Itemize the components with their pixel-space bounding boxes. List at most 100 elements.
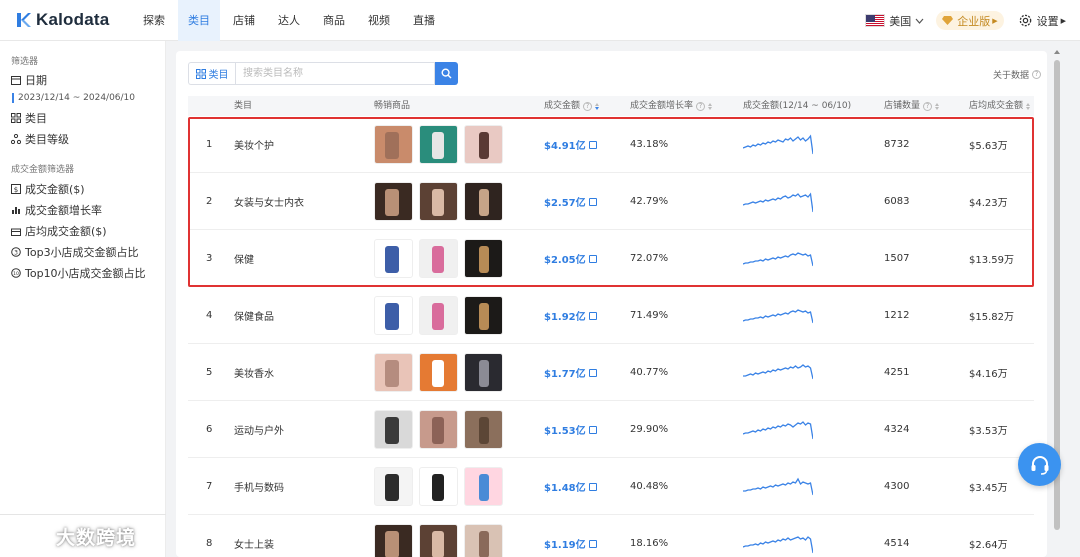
- sort-icon[interactable]: [935, 102, 940, 110]
- enterprise-label: 企业版: [957, 14, 991, 28]
- svg-text:3: 3: [14, 250, 18, 257]
- product-thumbnail[interactable]: [374, 410, 413, 449]
- product-thumbnail[interactable]: [464, 524, 503, 557]
- category-search-input[interactable]: [235, 62, 435, 85]
- growth-cell: 40.77%: [630, 367, 669, 378]
- top3-share-filter[interactable]: 3 Top3小店成交金额占比: [11, 244, 139, 260]
- sparkline-line: [743, 420, 813, 439]
- search-button[interactable]: [435, 62, 458, 85]
- category-filter[interactable]: 类目: [11, 110, 47, 126]
- sort-icon[interactable]: [708, 102, 713, 110]
- caret-right-icon: ▶: [1060, 16, 1066, 25]
- gmv-filter[interactable]: $ 成交金额($): [11, 181, 85, 197]
- avg-gmv-cell: $2.64万: [969, 540, 1008, 551]
- product-thumbnail[interactable]: [464, 467, 503, 506]
- gmv-cell[interactable]: $1.19亿: [544, 515, 597, 557]
- detail-icon[interactable]: [588, 368, 597, 377]
- category-name-cell[interactable]: 保健食品: [234, 287, 274, 344]
- gmv-cell[interactable]: $1.92亿: [544, 287, 597, 344]
- nav-shop[interactable]: 店铺: [223, 0, 265, 41]
- detail-icon[interactable]: [588, 425, 597, 434]
- category-button[interactable]: 类目: [188, 62, 235, 85]
- settings-button[interactable]: 设置 ▶: [1018, 13, 1066, 29]
- detail-icon[interactable]: [588, 311, 597, 320]
- enterprise-badge[interactable]: 企业版 ▶: [936, 11, 1004, 30]
- detail-icon[interactable]: [588, 482, 597, 491]
- sort-icon[interactable]: [1026, 102, 1031, 110]
- about-data-link[interactable]: 关于数据 ?: [993, 68, 1041, 81]
- nav-explore[interactable]: 探索: [133, 0, 175, 41]
- avg-shop-gmv-filter[interactable]: 店均成交金额($): [11, 223, 107, 239]
- header-shops[interactable]: 店铺数量 ?: [884, 96, 940, 116]
- sort-icon[interactable]: [595, 102, 600, 110]
- product-thumbnail[interactable]: [419, 296, 458, 335]
- table-row[interactable]: 4 保健食品 $1.92亿 71.49% 1212 $15.82万: [188, 287, 1034, 344]
- avg-gmv-cell: $4.16万: [969, 369, 1008, 380]
- product-thumbnail[interactable]: [419, 353, 458, 392]
- product-thumbnail[interactable]: [464, 353, 503, 392]
- date-range[interactable]: 2023/12/14 ~ 2024/06/10: [12, 93, 135, 103]
- date-filter-label: 日期: [25, 74, 47, 87]
- country-selector[interactable]: 美国: [865, 13, 924, 29]
- filter-section-title: 筛选器: [11, 57, 39, 67]
- diamond-icon: [942, 16, 954, 25]
- table-row[interactable]: 7 手机与数码 $1.48亿 40.48% 4300 $3.45万: [188, 458, 1034, 515]
- product-thumbnail[interactable]: [374, 524, 413, 557]
- detail-icon[interactable]: [588, 539, 597, 548]
- trend-cell: [743, 401, 813, 458]
- gmv-cell[interactable]: $1.48亿: [544, 458, 597, 515]
- top10-share-filter[interactable]: 10 Top10小店成交金额占比: [11, 265, 146, 281]
- header-gmv[interactable]: 成交金额 ?: [544, 96, 600, 116]
- nav-live[interactable]: 直播: [403, 0, 445, 41]
- product-thumbnail[interactable]: [464, 296, 503, 335]
- nav-video[interactable]: 视频: [358, 0, 400, 41]
- category-name-cell[interactable]: 手机与数码: [234, 458, 284, 515]
- us-flag-icon: [865, 14, 886, 27]
- product-thumbnail[interactable]: [374, 467, 413, 506]
- product-thumbnail[interactable]: [419, 410, 458, 449]
- search-toolbar: 类目: [188, 62, 458, 85]
- category-name-cell[interactable]: 美妆香水: [234, 344, 274, 401]
- header-growth[interactable]: 成交金额增长率 ?: [630, 96, 713, 116]
- product-thumbnail[interactable]: [374, 353, 413, 392]
- header-growth-label: 成交金额增长率: [630, 101, 694, 111]
- nav-product[interactable]: 商品: [313, 0, 355, 41]
- svg-text:$: $: [14, 186, 18, 194]
- category-level-filter[interactable]: 类目等级: [11, 131, 69, 147]
- header-avg[interactable]: 店均成交金额: [969, 96, 1031, 116]
- hierarchy-icon: [11, 134, 21, 144]
- date-filter[interactable]: 日期: [11, 72, 47, 88]
- brand-name: Kalodata: [36, 10, 110, 29]
- gmv-cell[interactable]: $1.77亿: [544, 344, 597, 401]
- gmv-value: $1.92亿: [544, 312, 586, 323]
- category-button-label: 类目: [208, 70, 229, 81]
- about-data-label: 关于数据: [992, 71, 1029, 81]
- table-row[interactable]: 5 美妆香水 $1.77亿 40.77% 4251 $4.16万: [188, 344, 1034, 401]
- gmv-value: $1.77亿: [544, 369, 586, 380]
- customer-support-button[interactable]: [1018, 443, 1061, 486]
- product-thumbnail[interactable]: [464, 410, 503, 449]
- growth-cell: 40.48%: [630, 481, 669, 492]
- header-gmv-label: 成交金额: [544, 101, 581, 111]
- product-thumbnail[interactable]: [419, 467, 458, 506]
- kalodata-logo[interactable]: Kalodata: [16, 10, 109, 30]
- watermark-text: 大数跨境: [56, 527, 137, 549]
- category-name-cell[interactable]: 女士上装: [234, 515, 274, 557]
- question-icon: ?: [923, 101, 933, 111]
- category-name-cell[interactable]: 运动与户外: [234, 401, 284, 458]
- top3-share-label: Top3小店成交金额占比: [25, 246, 139, 259]
- scroll-up-arrow-icon[interactable]: [1054, 50, 1060, 54]
- gmv-value: $1.53亿: [544, 426, 586, 437]
- nav-category[interactable]: 类目: [178, 0, 220, 41]
- nav-creator[interactable]: 达人: [268, 0, 310, 41]
- settings-label: 设置: [1036, 14, 1059, 28]
- gmv-growth-filter[interactable]: 成交金额增长率: [11, 202, 102, 218]
- question-icon: ?: [1032, 70, 1041, 79]
- product-thumbnail[interactable]: [374, 296, 413, 335]
- table-row[interactable]: 6 运动与户外 $1.53亿 29.90% 4324 $3.53万: [188, 401, 1034, 458]
- gmv-cell[interactable]: $1.53亿: [544, 401, 597, 458]
- top10-share-label: Top10小店成交金额占比: [25, 267, 146, 280]
- product-thumbnail[interactable]: [419, 524, 458, 557]
- table-row[interactable]: 8 女士上装 $1.19亿 18.16% 4514 $2.64万: [188, 515, 1034, 557]
- category-level-label: 类目等级: [25, 133, 69, 146]
